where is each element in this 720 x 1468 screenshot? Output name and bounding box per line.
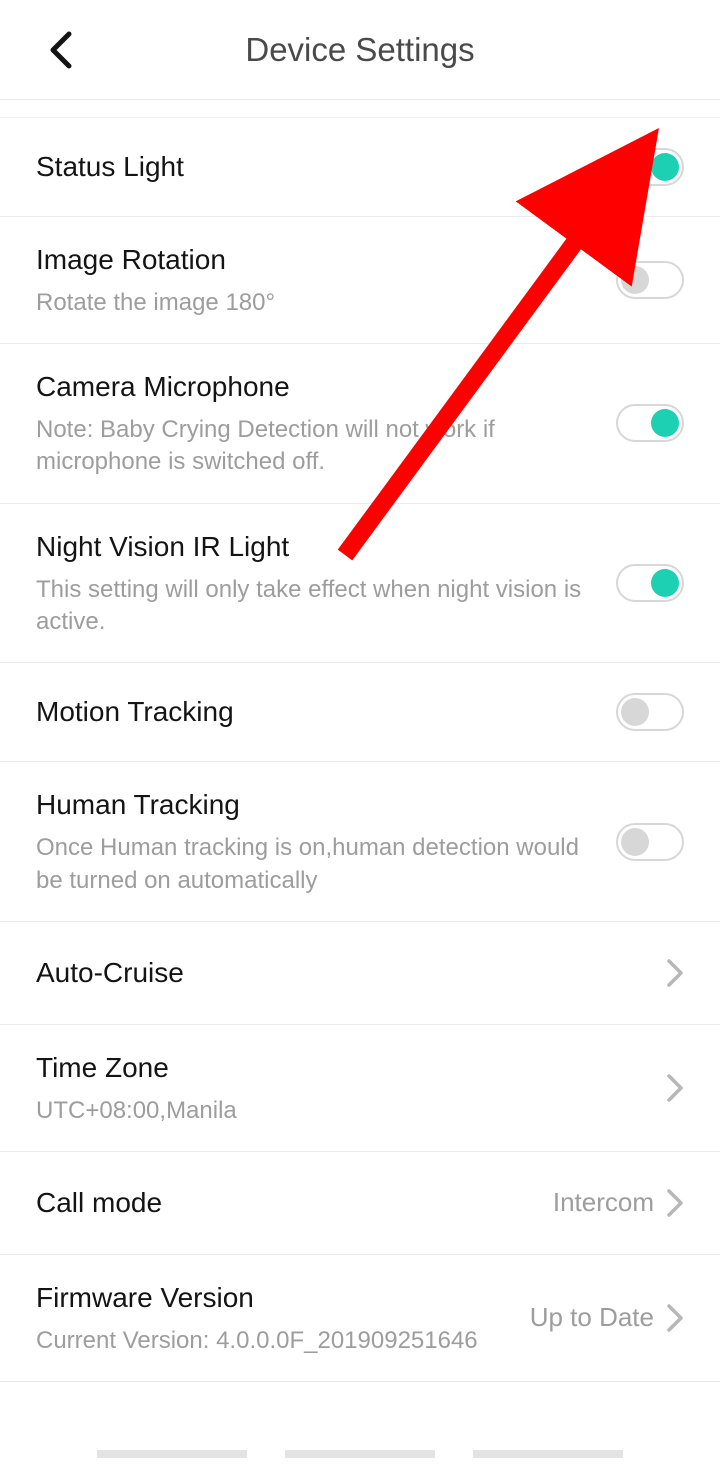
toggle-image-rotation[interactable] bbox=[616, 261, 684, 299]
row-image-rotation: Image Rotation Rotate the image 180° bbox=[0, 217, 720, 344]
row-title: Human Tracking bbox=[36, 786, 596, 824]
row-subtitle: UTC+08:00,Manila bbox=[36, 1095, 646, 1127]
row-title: Time Zone bbox=[36, 1049, 646, 1087]
row-value: Up to Date bbox=[530, 1302, 654, 1333]
row-title: Auto-Cruise bbox=[36, 954, 646, 992]
chevron-right-icon bbox=[666, 958, 684, 988]
row-subtitle: Note: Baby Crying Detection will not wor… bbox=[36, 414, 596, 479]
nav-bar-placeholder bbox=[0, 1450, 720, 1468]
settings-list: Status Light Image Rotation Rotate the i… bbox=[0, 118, 720, 1382]
row-auto-cruise[interactable]: Auto-Cruise bbox=[0, 922, 720, 1025]
row-human-tracking: Human Tracking Once Human tracking is on… bbox=[0, 762, 720, 922]
chevron-right-icon bbox=[666, 1073, 684, 1103]
row-title: Status Light bbox=[36, 148, 596, 186]
chevron-right-icon bbox=[666, 1188, 684, 1218]
row-night-vision: Night Vision IR Light This setting will … bbox=[0, 504, 720, 664]
row-subtitle: Rotate the image 180° bbox=[36, 287, 596, 319]
row-title: Image Rotation bbox=[36, 241, 596, 279]
row-subtitle: Current Version: 4.0.0.0F_201909251646 bbox=[36, 1325, 510, 1357]
row-firmware-version[interactable]: Firmware Version Current Version: 4.0.0.… bbox=[0, 1255, 720, 1382]
page-title: Device Settings bbox=[0, 31, 720, 69]
row-title: Firmware Version bbox=[36, 1279, 510, 1317]
toggle-camera-microphone[interactable] bbox=[616, 404, 684, 442]
row-status-light: Status Light bbox=[0, 118, 720, 217]
toggle-night-vision[interactable] bbox=[616, 564, 684, 602]
header-bar: Device Settings bbox=[0, 0, 720, 100]
chevron-left-icon bbox=[47, 30, 73, 70]
row-subtitle: This setting will only take effect when … bbox=[36, 574, 596, 639]
row-call-mode[interactable]: Call mode Intercom bbox=[0, 1152, 720, 1255]
toggle-status-light[interactable] bbox=[616, 148, 684, 186]
row-title: Night Vision IR Light bbox=[36, 528, 596, 566]
toggle-motion-tracking[interactable] bbox=[616, 693, 684, 731]
toggle-human-tracking[interactable] bbox=[616, 823, 684, 861]
chevron-right-icon bbox=[666, 1303, 684, 1333]
row-subtitle: Once Human tracking is on,human detectio… bbox=[36, 832, 596, 897]
row-motion-tracking: Motion Tracking bbox=[0, 663, 720, 762]
row-value: Intercom bbox=[553, 1187, 654, 1218]
row-time-zone[interactable]: Time Zone UTC+08:00,Manila bbox=[0, 1025, 720, 1152]
back-button[interactable] bbox=[40, 30, 80, 70]
row-camera-microphone: Camera Microphone Note: Baby Crying Dete… bbox=[0, 344, 720, 504]
row-title: Motion Tracking bbox=[36, 693, 596, 731]
row-title: Camera Microphone bbox=[36, 368, 596, 406]
section-spacer bbox=[0, 100, 720, 118]
row-title: Call mode bbox=[36, 1184, 533, 1222]
